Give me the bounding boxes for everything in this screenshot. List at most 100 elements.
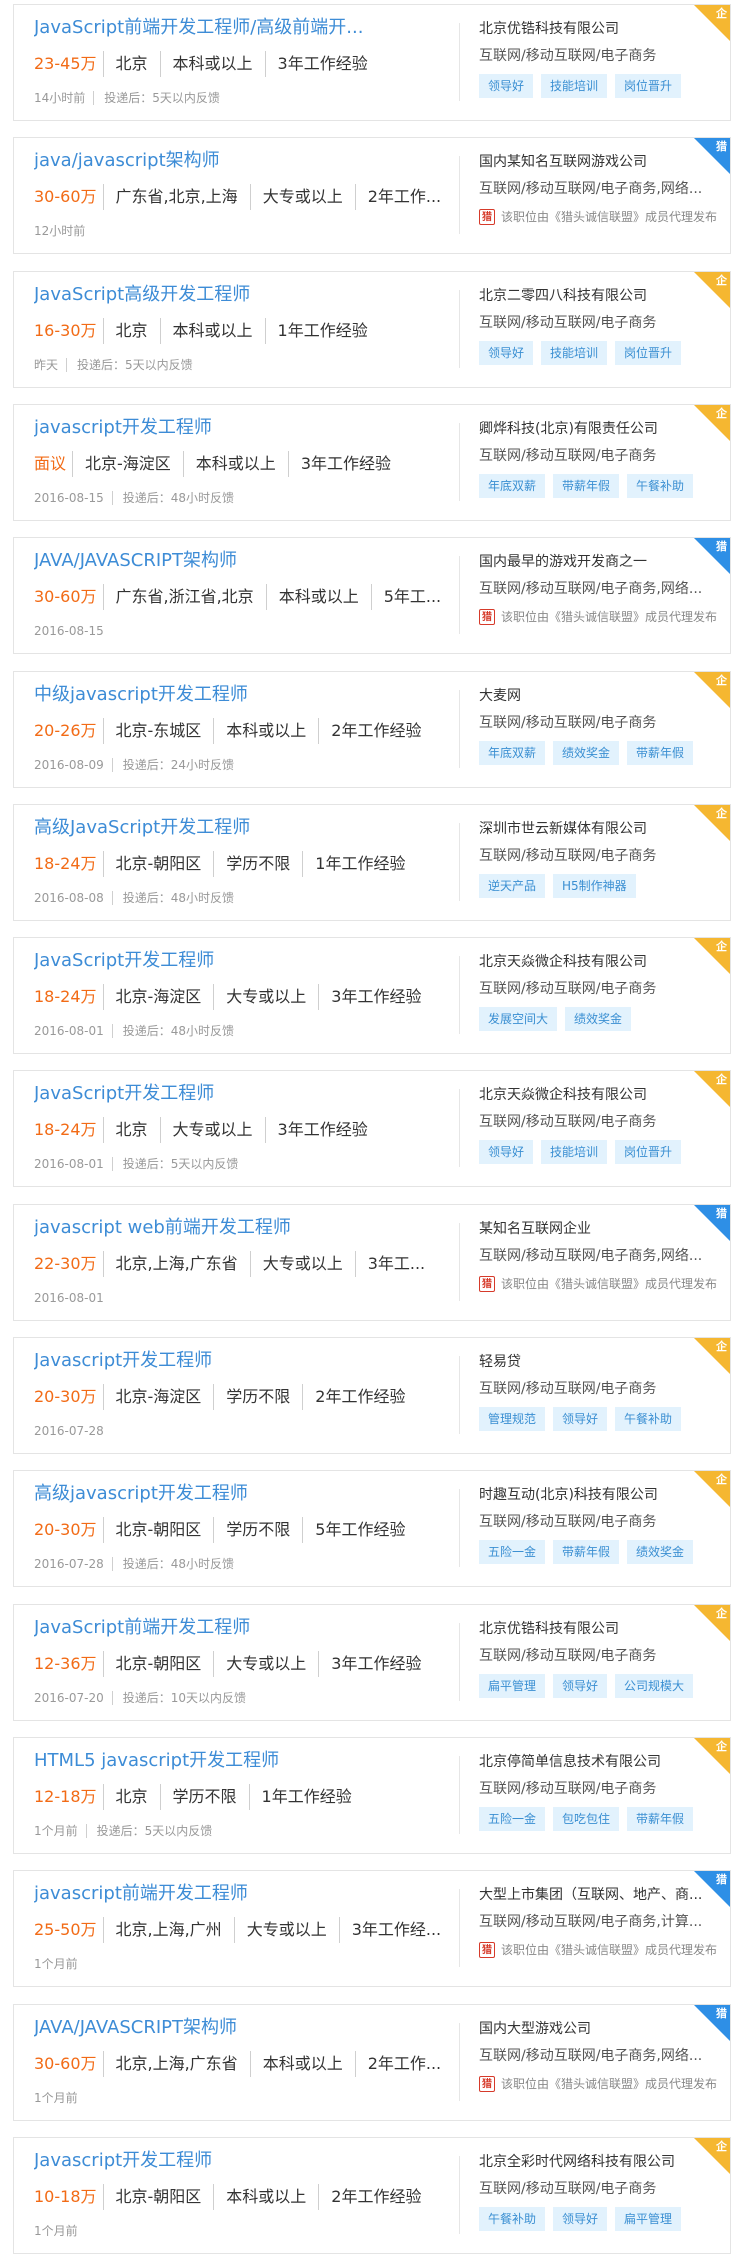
job-card[interactable]: JavaScript前端开发工程师 12-36万 北京-朝阳区 大专或以上 3年… [13,1604,731,1721]
company-name-link[interactable]: 大麦网 [479,686,719,706]
industry: 互联网/移动互联网/电子商务 [479,448,657,464]
salary: 10-18万 [34,2187,97,2206]
experience: 2年工作经验 [318,718,433,744]
job-title-link[interactable]: 高级javascript开发工程师 [34,1481,474,1507]
welfare-tag: 管理规范 [479,1407,546,1431]
job-title-link[interactable]: javascript web前端开发工程师 [34,1215,474,1241]
job-card[interactable]: 高级javascript开发工程师 20-30万 北京-朝阳区 学历不限 5年工… [13,1470,731,1587]
welfare-tag: 绩效奖金 [565,1007,632,1031]
job-title-link[interactable]: JavaScript前端开发工程师/高级前端开... [34,15,474,41]
job-card[interactable]: JavaScript开发工程师 18-24万 北京-海淀区 大专或以上 3年工作… [13,937,731,1054]
education: 大专或以上 [249,1251,355,1277]
company-name-link[interactable]: 北京天焱微企科技有限公司 [479,1085,719,1105]
salary: 18-24万 [34,987,97,1006]
divider [459,1756,460,1834]
job-card[interactable]: 中级javascript开发工程师 20-26万 北京-东城区 本科或以上 2年… [13,671,731,788]
job-title-link[interactable]: JavaScript前端开发工程师 [34,1615,474,1641]
divider [459,1356,460,1434]
company-name-link[interactable]: 北京优锆科技有限公司 [479,1619,719,1639]
company-info: 北京优锆科技有限公司 互联网/移动互联网/电子商务 扁平管理 领导好 公司规模大 [479,1619,719,1698]
job-card[interactable]: Javascript开发工程师 10-18万 北京-朝阳区 本科或以上 2年工作… [13,2137,731,2254]
welfare-tag: 带薪年假 [627,741,694,765]
welfare-tag: 领导好 [479,1140,534,1164]
hunter-note: 猎 该职位由《猎头诚信联盟》成员代理发布 [479,207,719,227]
job-meta: 1个月前 [34,2089,474,2107]
company-name-link[interactable]: 北京二零四八科技有限公司 [479,286,719,306]
job-conditions: 20-30万 北京-朝阳区 学历不限 5年工作经验 [34,1517,474,1543]
job-card[interactable]: JavaScript前端开发工程师/高级前端开... 23-45万 北京 本科或… [13,4,731,121]
job-card[interactable]: javascript web前端开发工程师 22-30万 北京,上海,广东省 大… [13,1204,731,1321]
welfare-tag: 带薪年假 [627,1807,694,1831]
badge-label: 企 [716,940,727,953]
job-title-link[interactable]: Javascript开发工程师 [34,1348,474,1374]
industry: 互联网/移动互联网/电子商务,网络... [479,1248,703,1264]
hunter-alliance-icon: 猎 [479,209,495,225]
location: 北京,上海,广东省 [102,2051,250,2077]
company-name-link[interactable]: 北京优锆科技有限公司 [479,19,719,39]
job-meta: 14小时前 投递后：5天以内反馈 [34,89,474,107]
job-conditions: 12-18万 北京 学历不限 1年工作经验 [34,1784,474,1810]
company-name-link[interactable]: 大型上市集团（互联网、地产、商... [479,1885,719,1905]
company-name-link[interactable]: 国内最早的游戏开发商之一 [479,552,719,572]
job-title-link[interactable]: JavaScript高级开发工程师 [34,282,474,308]
job-conditions: 30-60万 广东省,北京,上海 大专或以上 2年工作... [34,184,474,210]
badge-label: 猎 [716,540,727,553]
badge-label: 企 [716,1607,727,1620]
job-title-link[interactable]: java/javascript架构师 [34,148,474,174]
location: 广东省,北京,上海 [102,184,250,210]
company-name-link[interactable]: 国内某知名互联网游戏公司 [479,152,719,172]
job-card[interactable]: JAVA/JAVASCRIPT架构师 30-60万 北京,上海,广东省 本科或以… [13,2004,731,2121]
job-title-link[interactable]: 高级JavaScript开发工程师 [34,815,474,841]
badge-label: 猎 [716,2007,727,2020]
job-card[interactable]: JAVA/JAVASCRIPT架构师 30-60万 广东省,浙江省,北京 本科或… [13,537,731,654]
company-name-link[interactable]: 时趣互动(北京)科技有限公司 [479,1485,719,1505]
salary: 20-26万 [34,721,97,740]
company-name-link[interactable]: 国内大型游戏公司 [479,2019,719,2039]
job-conditions: 18-24万 北京-朝阳区 学历不限 1年工作经验 [34,851,474,877]
job-card[interactable]: javascript前端开发工程师 25-50万 北京,上海,广州 大专或以上 … [13,1870,731,1987]
job-title-link[interactable]: JavaScript开发工程师 [34,948,474,974]
industry: 互联网/移动互联网/电子商务 [479,315,657,331]
company-name-link[interactable]: 卿烨科技(北京)有限责任公司 [479,419,719,439]
job-card[interactable]: JavaScript高级开发工程师 16-30万 北京 本科或以上 1年工作经验… [13,271,731,388]
job-card[interactable]: JavaScript开发工程师 18-24万 北京 大专或以上 3年工作经验 2… [13,1070,731,1187]
badge-label: 企 [716,1740,727,1753]
company-name-link[interactable]: 轻易贷 [479,1352,719,1372]
welfare-tag: 扁平管理 [479,1674,546,1698]
industry: 互联网/移动互联网/电子商务,网络... [479,581,703,597]
company-name-link[interactable]: 深圳市世云新媒体有限公司 [479,819,719,839]
company-name-link[interactable]: 北京天焱微企科技有限公司 [479,952,719,972]
industry: 互联网/移动互联网/电子商务 [479,848,657,864]
location: 北京 [102,51,160,77]
job-title-link[interactable]: javascript前端开发工程师 [34,1881,474,1907]
job-card[interactable]: HTML5 javascript开发工程师 12-18万 北京 学历不限 1年工… [13,1737,731,1854]
job-title-link[interactable]: HTML5 javascript开发工程师 [34,1748,474,1774]
welfare-tag: 带薪年假 [553,474,620,498]
welfare-tag: 午餐补助 [627,474,694,498]
job-title-link[interactable]: JavaScript开发工程师 [34,1081,474,1107]
job-card[interactable]: Javascript开发工程师 20-30万 北京-海淀区 学历不限 2年工作经… [13,1337,731,1454]
job-card[interactable]: 高级JavaScript开发工程师 18-24万 北京-朝阳区 学历不限 1年工… [13,804,731,921]
welfare-tag: 领导好 [553,2207,608,2231]
company-name-link[interactable]: 某知名互联网企业 [479,1219,719,1239]
job-title-link[interactable]: 中级javascript开发工程师 [34,682,474,708]
salary: 20-30万 [34,1387,97,1406]
job-title-link[interactable]: Javascript开发工程师 [34,2148,474,2174]
divider [459,956,460,1034]
job-info: Javascript开发工程师 10-18万 北京-朝阳区 本科或以上 2年工作… [34,2148,474,2240]
job-card[interactable]: javascript开发工程师 面议 北京-海淀区 本科或以上 3年工作经验 2… [13,404,731,521]
company-name-link[interactable]: 北京全彩时代网络科技有限公司 [479,2152,719,2172]
job-title-link[interactable]: javascript开发工程师 [34,415,474,441]
job-meta: 昨天 投递后：5天以内反馈 [34,356,474,374]
feedback-time: 投递后：5天以内反馈 [85,1824,213,1838]
industry: 互联网/移动互联网/电子商务 [479,1514,657,1530]
job-card[interactable]: java/javascript架构师 30-60万 广东省,北京,上海 大专或以… [13,137,731,254]
job-title-link[interactable]: JAVA/JAVASCRIPT架构师 [34,548,474,574]
job-meta: 12小时前 [34,222,474,240]
welfare-tag: 发展空间大 [479,1007,558,1031]
education: 大专或以上 [213,1651,318,1677]
education: 本科或以上 [159,318,265,344]
feedback-time: 投递后：48小时反馈 [111,891,235,905]
company-name-link[interactable]: 北京停简单信息技术有限公司 [479,1752,719,1772]
job-title-link[interactable]: JAVA/JAVASCRIPT架构师 [34,2015,474,2041]
